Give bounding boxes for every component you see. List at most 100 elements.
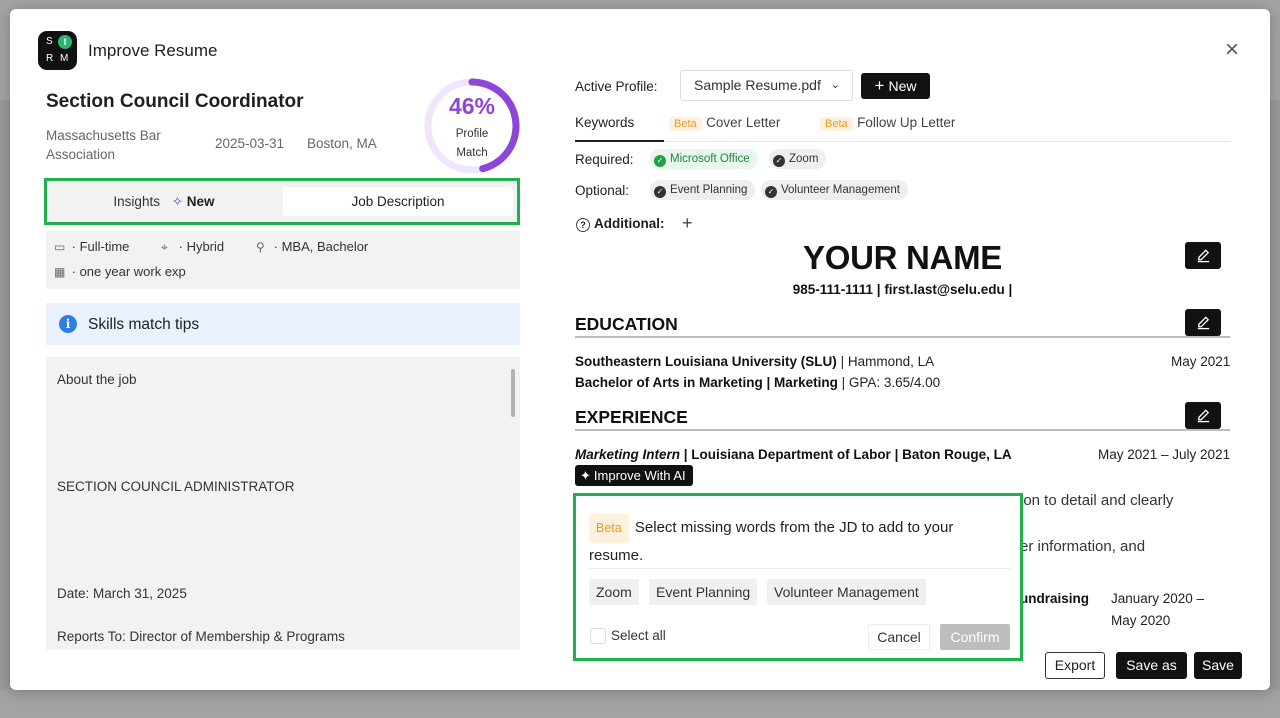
edit-education-button[interactable]	[1185, 309, 1221, 336]
job-location: Boston, MA	[307, 136, 377, 151]
match-label: Profile Match	[422, 125, 522, 163]
new-badge: New	[186, 194, 215, 209]
optional-keyword-chip[interactable]: ✓ Volunteer Management	[761, 180, 908, 200]
select-all-label: Select all	[611, 628, 666, 643]
tabs-divider	[575, 141, 1230, 142]
experience-date: May 2021 – July 2021	[1098, 447, 1231, 462]
optional-label: Optional:	[575, 183, 630, 198]
missing-word-chip[interactable]: Volunteer Management	[767, 579, 926, 605]
experience-value: one year work exp	[79, 264, 186, 279]
chip-label: Microsoft Office	[670, 153, 750, 165]
export-button[interactable]: Export	[1045, 652, 1105, 679]
logo-letter-s: S	[46, 36, 53, 47]
jd-line: Reports To: Director of Membership & Pro…	[57, 629, 345, 644]
tab-keywords[interactable]: Keywords	[575, 115, 634, 130]
match-percent: 46%	[448, 93, 496, 119]
tab-follow-up-letter[interactable]: Beta Follow Up Letter	[820, 114, 955, 132]
required-keyword-chip[interactable]: ✓ Microsoft Office	[650, 149, 758, 169]
help-circle-icon: ?	[576, 218, 590, 232]
entry-date-end: May 2020	[1111, 613, 1171, 628]
section-divider	[575, 336, 1230, 338]
edit-header-button[interactable]	[1185, 242, 1221, 269]
tab-cover-letter-label: Cover Letter	[706, 115, 781, 130]
check-circle-icon: ✓	[773, 155, 785, 167]
chevron-down-icon: ⌄	[830, 79, 840, 91]
background-app-footer	[0, 690, 1280, 718]
popover-message: Beta Select missing words from the JD to…	[589, 514, 999, 568]
improve-with-ai-label: Improve With AI	[593, 468, 686, 483]
improve-resume-modal: S I R M Improve Resume × Section Council…	[10, 9, 1270, 690]
select-all-checkbox[interactable]	[590, 628, 606, 644]
entry-fragment: undraising	[1020, 591, 1089, 606]
experience-role: Marketing Intern | Louisiana Department …	[575, 447, 1012, 462]
plus-icon: +	[874, 76, 885, 95]
missing-words-popover: Beta Select missing words from the JD to…	[573, 493, 1023, 661]
chip-label: Zoom	[789, 153, 819, 165]
info-icon: i	[59, 315, 77, 333]
briefcase-icon: ▭	[54, 240, 66, 254]
entry-fragment-text: undraising	[1020, 591, 1090, 606]
skills-match-tips[interactable]: i Skills match tips	[46, 303, 520, 345]
required-keyword-chip[interactable]: ✓ Zoom	[769, 149, 827, 169]
degree-name: Bachelor of Arts in Marketing | Marketin…	[575, 375, 838, 390]
missing-word-chip[interactable]: Zoom	[589, 579, 639, 605]
experience-req: ▦ · one year work exp	[54, 264, 186, 279]
tab-insights[interactable]: Insights ✧ New	[52, 187, 276, 216]
education-date: May 2021	[1171, 354, 1231, 369]
beta-badge: Beta	[820, 117, 853, 131]
confirm-button[interactable]: Confirm	[940, 624, 1010, 650]
graduation-icon: ⚲	[256, 240, 265, 254]
bullet-fragment: ion to detail and clearly	[1020, 492, 1174, 509]
profile-select-value: Sample Resume.pdf	[694, 77, 821, 93]
missing-word-chip[interactable]: Event Planning	[649, 579, 758, 605]
save-button[interactable]: Save	[1194, 652, 1242, 679]
additional-label: ? Additional:	[576, 216, 665, 232]
chip-label: Event Planning	[670, 184, 748, 196]
save-as-button[interactable]: Save as	[1116, 652, 1187, 679]
cancel-button[interactable]: Cancel	[868, 624, 930, 650]
improve-with-ai-button[interactable]: ✦ Improve With AI	[575, 465, 693, 486]
sparkle-icon: ✦	[580, 468, 591, 483]
jd-scrollbar[interactable]	[511, 369, 515, 417]
edit-experience-button[interactable]	[1185, 402, 1221, 429]
work-mode-value: Hybrid	[186, 239, 225, 254]
employment-value: Full-time	[79, 239, 130, 254]
jd-line: About the job	[57, 372, 137, 387]
chip-label: Volunteer Management	[781, 184, 900, 196]
entry-date-start: January 2020 –	[1111, 591, 1205, 606]
close-icon[interactable]: ×	[1222, 38, 1242, 62]
education-value: MBA, Bachelor	[281, 239, 369, 254]
add-keyword-plus-icon[interactable]: +	[682, 213, 693, 234]
match-label-line2: Match	[456, 147, 488, 159]
sparkle-icon: ✧	[171, 194, 184, 209]
experience-heading: EXPERIENCE	[575, 407, 688, 427]
pencil-icon	[1197, 316, 1209, 330]
company-name: Massachusetts Bar Association	[46, 128, 161, 162]
match-label-line1: Profile	[455, 128, 489, 140]
additional-label-text: Additional:	[594, 216, 665, 231]
jd-line: SECTION COUNCIL ADMINISTRATOR	[57, 479, 295, 494]
job-role: Marketing Intern	[575, 447, 681, 462]
check-circle-icon: ✓	[765, 186, 777, 198]
education-degree: Bachelor of Arts in Marketing | Marketin…	[575, 375, 940, 390]
resume-contact: 985-111-1111 | first.last@selu.edu |	[792, 282, 1013, 297]
check-circle-icon: ✓	[654, 155, 666, 167]
logo-letter-i: I	[58, 35, 72, 49]
logo-letter-r: R	[46, 53, 54, 64]
education-heading: EDUCATION	[575, 314, 678, 334]
new-profile-label: New	[888, 78, 917, 94]
job-description-panel: About the job SECTION COUNCIL ADMINISTRA…	[46, 357, 520, 650]
popover-divider	[589, 568, 1011, 569]
beta-badge: Beta	[589, 514, 629, 543]
check-circle-icon: ✓	[654, 186, 666, 198]
new-profile-button[interactable]: + New	[861, 73, 930, 99]
tab-job-description[interactable]: Job Description	[283, 187, 513, 216]
gpa: | GPA: 3.65/4.00	[837, 375, 941, 390]
education-school: Southeastern Louisiana University (SLU) …	[575, 354, 934, 369]
work-mode: ⌖ · Hybrid	[161, 239, 225, 254]
job-meta: ▭ · Full-time ⌖ · Hybrid ⚲ · MBA, Bachel…	[46, 231, 520, 289]
tab-cover-letter[interactable]: Beta Cover Letter	[669, 114, 780, 132]
active-tab-indicator	[575, 140, 664, 142]
optional-keyword-chip[interactable]: ✓ Event Planning	[650, 180, 756, 200]
profile-select[interactable]: Sample Resume.pdf ⌄	[680, 70, 853, 101]
